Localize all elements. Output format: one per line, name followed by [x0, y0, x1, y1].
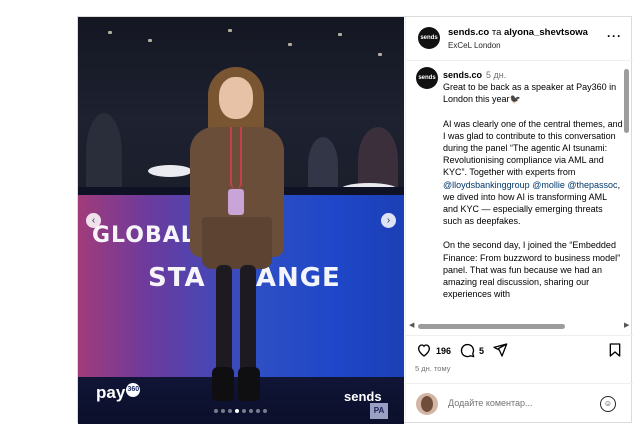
carousel-dots [214, 409, 267, 413]
chevron-right-icon: › [386, 215, 391, 226]
ceiling-light [228, 29, 232, 32]
carousel-dot[interactable] [221, 409, 225, 413]
ceiling-light [378, 53, 382, 56]
lanyard [230, 127, 242, 189]
leather-skirt [202, 217, 272, 269]
post-side-panel: sends sends.co та alyona_shevtsowa ExCeL… [405, 17, 633, 424]
carousel-dot[interactable] [228, 409, 232, 413]
emoji-icon[interactable]: ☺ [600, 396, 616, 412]
caption-paragraph-3: On the second day, I joined the “Embedde… [443, 240, 621, 300]
scroll-left-arrow-icon[interactable]: ◀ [409, 321, 414, 329]
chevron-left-icon: ‹ [91, 215, 96, 226]
background-person [86, 113, 122, 193]
leg [240, 265, 256, 383]
carousel-dot[interactable] [214, 409, 218, 413]
caption-vertical-scrollbar[interactable] [624, 69, 629, 133]
pay-logo-badge: 360 [126, 383, 141, 397]
horizontal-scrollbar[interactable] [418, 324, 565, 329]
comment-bar: Додайте коментар... ☺ [406, 383, 633, 424]
face [219, 77, 253, 119]
heart-icon[interactable] [416, 342, 432, 358]
phone [228, 189, 244, 215]
next-slide-button[interactable]: › [381, 213, 396, 228]
boot [212, 367, 234, 401]
author-link[interactable]: sends.co [448, 27, 489, 38]
ceiling-light [338, 33, 342, 36]
carousel-dot[interactable] [263, 409, 267, 413]
current-user-avatar [416, 393, 438, 415]
caption: sends.co 5 дн. Great to be back as a spea… [443, 69, 624, 324]
authors-connector: та [491, 27, 502, 38]
previous-slide-button[interactable]: ‹ [86, 213, 101, 228]
coauthor-link[interactable]: alyona_shevtsowa [504, 27, 588, 38]
likes-count[interactable]: 196 [436, 346, 451, 356]
carousel-dot[interactable] [256, 409, 260, 413]
mention-mollie[interactable]: @mollie [532, 180, 565, 190]
pay360-logo: pay 360 [96, 383, 141, 403]
pay-logo-text: pay [96, 383, 126, 402]
ceiling-light [288, 43, 292, 46]
ceiling-light [108, 31, 112, 34]
scroll-right-arrow-icon[interactable]: ▶ [624, 321, 629, 329]
ceiling-light [148, 39, 152, 42]
bookmark-icon[interactable] [607, 342, 623, 358]
mention-thepassoc[interactable]: @thepassoc [567, 180, 617, 190]
caption-paragraph-2a: AI was clearly one of the central themes… [443, 118, 623, 178]
carousel-dot[interactable] [249, 409, 253, 413]
post-photo[interactable]: GLOBAL EX STA ANGE pay 360 sends PA ‹ › [78, 17, 404, 424]
author-avatar[interactable]: sends [418, 27, 440, 49]
share-icon[interactable] [492, 342, 508, 358]
post-header: sends sends.co та alyona_shevtsowa ExCeL… [406, 17, 633, 61]
instagram-post: GLOBAL EX STA ANGE pay360 sends PA ‹ › [77, 16, 633, 424]
mention-lloydsbankinggroup[interactable]: @lloydsbankinggroup [443, 180, 530, 190]
comment-icon[interactable] [459, 342, 475, 358]
action-bar: 196 5 5 дн. тому [406, 335, 633, 375]
carousel-dot[interactable] [235, 409, 239, 413]
caption-time: 5 дн. [486, 70, 507, 80]
boot [238, 367, 260, 401]
speaker-person [186, 67, 296, 407]
comments-count[interactable]: 5 [479, 346, 484, 356]
posted-ago: 5 дн. тому [415, 364, 451, 373]
caption-avatar[interactable]: sends [416, 67, 438, 89]
location-link[interactable]: ExCeL London [448, 41, 501, 50]
comment-input[interactable]: Додайте коментар... [448, 398, 533, 408]
more-options-icon[interactable]: ··· [607, 29, 622, 43]
leg [216, 265, 232, 383]
sends-logo: sends [344, 389, 382, 404]
caption-paragraph-1: Great to be back as a speaker at Pay360 … [443, 82, 617, 105]
background-person [308, 137, 338, 193]
pa-logo: PA [370, 403, 388, 419]
caption-username[interactable]: sends.co [443, 70, 482, 80]
carousel-dot[interactable] [242, 409, 246, 413]
post-authors: sends.co та alyona_shevtsowa [448, 27, 588, 38]
